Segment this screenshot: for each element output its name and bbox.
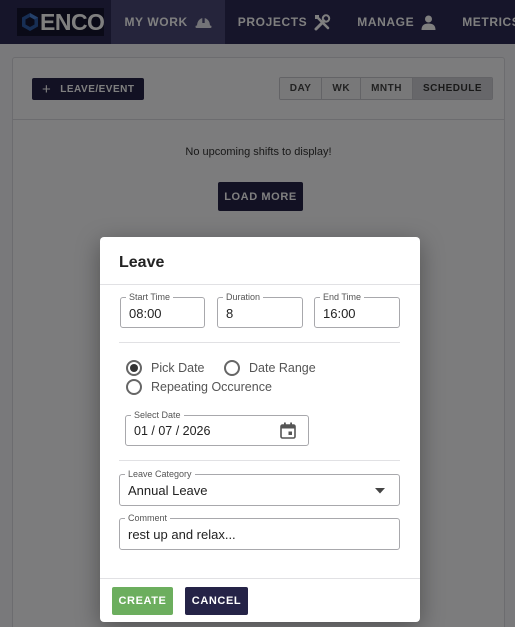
start-time-value: 08:00 xyxy=(129,306,162,321)
radio-checked-icon xyxy=(126,360,142,376)
leave-category-label: Leave Category xyxy=(125,468,195,480)
dialog-title: Leave xyxy=(119,254,165,271)
calendar-icon[interactable] xyxy=(280,422,296,439)
dropdown-arrow-icon xyxy=(375,488,385,494)
end-time-field[interactable]: End Time 16:00 xyxy=(314,291,400,328)
radio-repeating-label: Repeating Occurence xyxy=(151,380,272,394)
divider xyxy=(100,578,420,579)
end-time-value: 16:00 xyxy=(323,306,356,321)
radio-date-range[interactable]: Date Range xyxy=(224,360,316,376)
leave-category-select[interactable]: Leave Category Annual Leave xyxy=(119,468,400,506)
divider xyxy=(100,284,420,285)
select-date-value: 01 / 07 / 2026 xyxy=(134,424,211,438)
divider xyxy=(119,460,400,461)
select-date-label: Select Date xyxy=(131,409,184,421)
radio-date-range-label: Date Range xyxy=(249,361,316,375)
end-time-label: End Time xyxy=(320,291,365,303)
leave-dialog: Leave Start Time 08:00 Duration 8 End Ti… xyxy=(100,237,420,622)
duration-value: 8 xyxy=(226,306,234,321)
radio-repeating[interactable]: Repeating Occurence xyxy=(126,379,272,395)
select-date-field[interactable]: Select Date 01 / 07 / 2026 xyxy=(125,409,309,446)
start-time-field[interactable]: Start Time 08:00 xyxy=(120,291,205,328)
radio-pick-date-label: Pick Date xyxy=(151,361,205,375)
radio-pick-date[interactable]: Pick Date xyxy=(126,360,205,376)
comment-value: rest up and relax... xyxy=(128,527,236,542)
comment-field[interactable]: Comment rest up and relax... xyxy=(119,512,400,550)
leave-category-value: Annual Leave xyxy=(128,483,208,498)
duration-label: Duration xyxy=(223,291,264,303)
radio-unchecked-icon xyxy=(126,379,142,395)
create-button[interactable]: CREATE xyxy=(112,587,173,615)
comment-label: Comment xyxy=(125,512,171,524)
radio-unchecked-icon xyxy=(224,360,240,376)
cancel-button[interactable]: CANCEL xyxy=(185,587,248,615)
divider xyxy=(119,342,400,343)
start-time-label: Start Time xyxy=(126,291,174,303)
duration-field[interactable]: Duration 8 xyxy=(217,291,303,328)
